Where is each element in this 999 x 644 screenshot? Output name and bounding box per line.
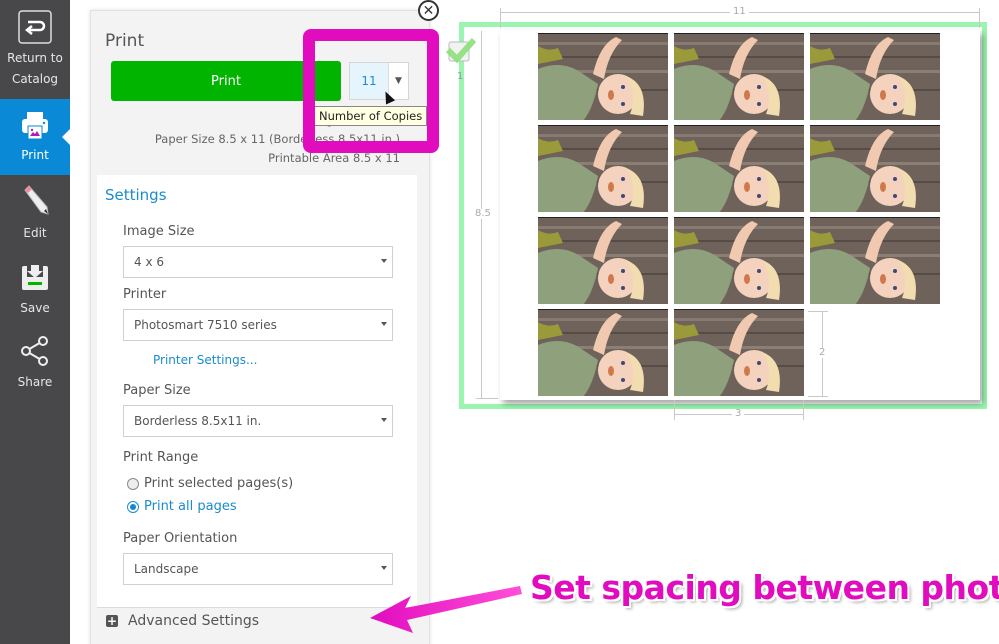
- dimension-tick: [476, 398, 498, 399]
- dimension-tick: [979, 8, 980, 28]
- sidebar-label: Print: [21, 148, 49, 162]
- close-icon: ✕: [422, 2, 435, 19]
- plus-icon: +: [106, 614, 118, 628]
- paper-size-label: Paper Size: [123, 383, 191, 398]
- page-height-label: 8.5: [472, 209, 494, 219]
- printer-settings-link[interactable]: Printer Settings...: [153, 353, 257, 367]
- photo-thumbnail[interactable]: [538, 125, 668, 212]
- sidebar-label: Return to: [7, 51, 63, 65]
- sidebar-label: Share: [17, 375, 53, 389]
- annotation-callout: Set spacing between photos: [530, 568, 999, 607]
- photo-thumbnail[interactable]: [810, 33, 940, 120]
- sidebar-label: Edit: [23, 226, 47, 240]
- photo-thumbnail[interactable]: [810, 217, 940, 304]
- checkmark-icon[interactable]: [446, 37, 476, 63]
- annotation-arrow-icon: [370, 586, 522, 633]
- paper-orientation-label: Paper Orientation: [123, 531, 238, 546]
- sidebar-item-share[interactable]: Share: [0, 336, 70, 406]
- image-size-label: Image Size: [123, 224, 195, 239]
- image-size-value: 4 x 6: [134, 255, 164, 269]
- photo-thumbnail[interactable]: [538, 33, 668, 120]
- sidebar-label: Save: [20, 301, 50, 315]
- dimension-tick: [808, 396, 828, 397]
- info-paper-size: Paper Size 8.5 x 11 (Borderless 8.5x11 i…: [154, 132, 400, 146]
- info-printable-area: Printable Area 8.5 x 11: [268, 151, 400, 165]
- paper-size-select[interactable]: Borderless 8.5x11 in.: [123, 405, 393, 437]
- paper-size-value: Borderless 8.5x11 in.: [134, 414, 262, 428]
- printer-value: Photosmart 7510 series: [134, 318, 277, 332]
- page-number: 1: [457, 71, 464, 82]
- printer-icon: [22, 112, 48, 140]
- save-icon: [22, 263, 48, 290]
- chevron-down-icon: [381, 259, 387, 263]
- photo-thumbnail[interactable]: [674, 309, 804, 396]
- advanced-settings-label: Advanced Settings: [128, 613, 260, 629]
- photo-thumbnail[interactable]: [538, 309, 668, 396]
- sidebar-label: Catalog: [11, 72, 59, 86]
- copies-tooltip: Number of Copies: [314, 106, 428, 126]
- image-size-select[interactable]: 4 x 6: [123, 246, 393, 278]
- copies-stepper[interactable]: 11 ▼: [349, 62, 409, 100]
- radio-label: Print all pages: [144, 499, 237, 514]
- dimension-tick: [500, 8, 501, 28]
- photo-thumbnail[interactable]: [810, 125, 940, 212]
- pencil-icon: [24, 185, 49, 215]
- photo-thumbnail[interactable]: [538, 217, 668, 304]
- sidebar-item-save[interactable]: Save: [0, 262, 70, 332]
- radio-label: Print selected pages(s): [144, 476, 294, 491]
- chevron-down-icon: [381, 322, 387, 326]
- dimension-tick: [674, 400, 675, 420]
- photo-thumbnail[interactable]: [674, 125, 804, 212]
- chevron-down-icon: [381, 566, 387, 570]
- photo-height-label: 2: [816, 348, 829, 358]
- photo-thumbnail[interactable]: [674, 217, 804, 304]
- advanced-settings-toggle[interactable]: + Advanced Settings: [106, 613, 259, 629]
- printer-label: Printer: [123, 287, 167, 302]
- chevron-down-icon: [381, 418, 387, 422]
- sidebar: Return to Catalog Print Edit Save Share: [0, 0, 70, 644]
- settings-section: Settings Image Size 4 x 6 Printer Photos…: [97, 175, 417, 607]
- sidebar-item-edit[interactable]: Edit: [0, 185, 70, 255]
- photo-thumbnail[interactable]: [674, 33, 804, 120]
- radio-button[interactable]: [127, 500, 139, 513]
- panel-title: Print: [105, 31, 145, 51]
- photo-width-label: 3: [732, 409, 745, 419]
- radio-print-all-pages[interactable]: Print all pages: [127, 499, 237, 514]
- dimension-tick: [803, 400, 804, 420]
- page-width-label: 11: [730, 7, 749, 17]
- radio-print-selected-pages[interactable]: Print selected pages(s): [127, 476, 293, 491]
- sidebar-item-return-to-catalog[interactable]: Return to Catalog: [0, 0, 70, 99]
- paper-orientation-select[interactable]: Landscape: [123, 553, 393, 585]
- settings-title: Settings: [105, 186, 167, 204]
- dimension-tick: [808, 311, 828, 312]
- print-range-label: Print Range: [123, 450, 199, 465]
- radio-button[interactable]: [127, 477, 139, 490]
- printer-select[interactable]: Photosmart 7510 series: [123, 309, 393, 341]
- paper-orientation-value: Landscape: [134, 562, 199, 576]
- sidebar-item-print[interactable]: Print: [0, 99, 70, 175]
- print-button[interactable]: Print: [111, 61, 341, 101]
- share-icon: [21, 336, 48, 366]
- return-icon: [18, 10, 52, 44]
- close-button[interactable]: ✕: [418, 0, 439, 21]
